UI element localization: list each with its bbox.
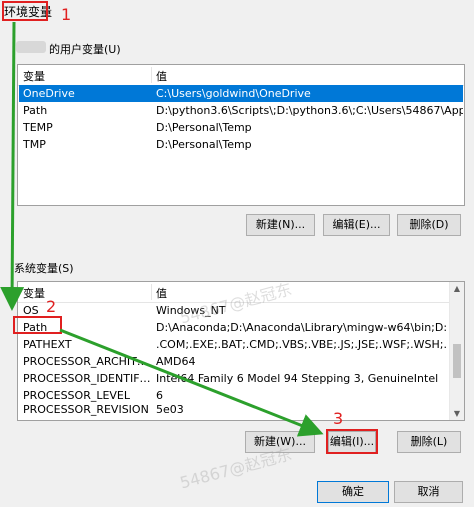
arrow-step1-to-path [0, 21, 25, 311]
annotation-arrows [0, 21, 324, 437]
arrow-path-to-edit [59, 328, 324, 437]
